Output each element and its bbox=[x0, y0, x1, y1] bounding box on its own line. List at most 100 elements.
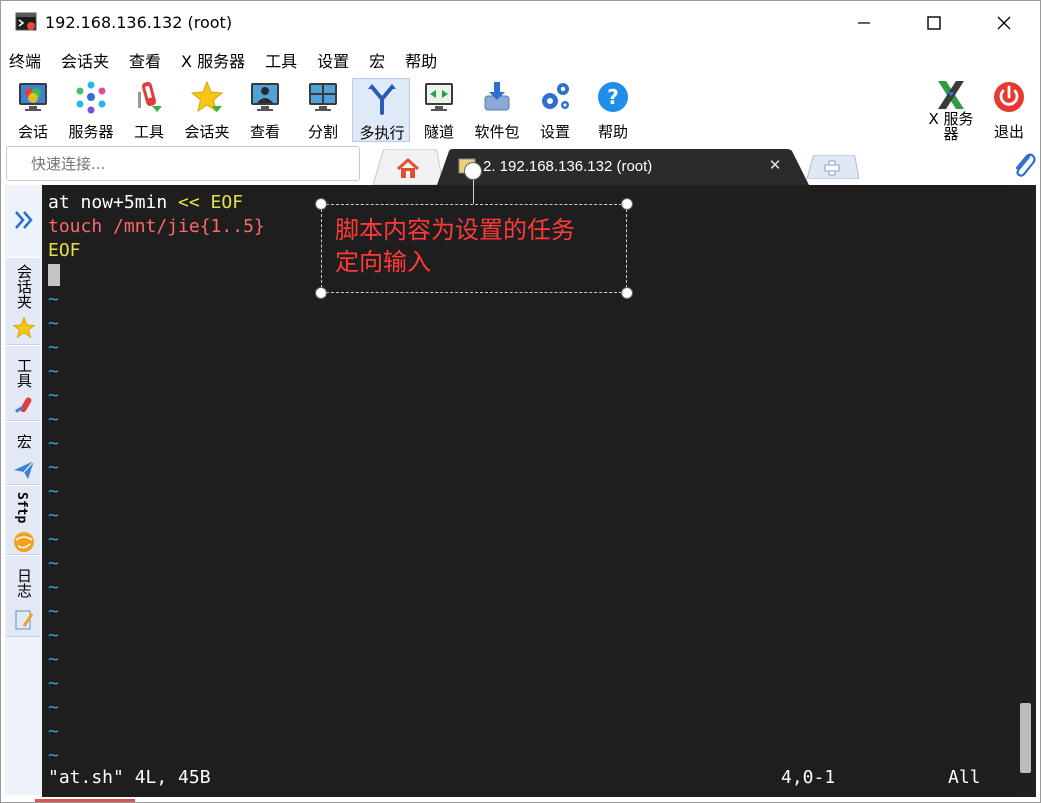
split-icon bbox=[309, 83, 337, 111]
toolbar-split-label: 分割 bbox=[307, 123, 338, 141]
toolbar-xserver-button[interactable]: X 服务 器 bbox=[921, 78, 981, 142]
side-tab-sftp[interactable]: Sftp bbox=[6, 485, 40, 555]
vim-status-position: 4,0-1 bbox=[781, 767, 836, 788]
tools-icon bbox=[138, 82, 162, 112]
svg-text:?: ? bbox=[607, 85, 619, 109]
minimize-button[interactable] bbox=[841, 1, 887, 45]
toolbar-xserver-label: X 服务 器 bbox=[928, 110, 974, 143]
star-icon bbox=[12, 316, 36, 339]
menu-xserver[interactable]: X 服务器 bbox=[181, 48, 245, 72]
annotation-handle-tl[interactable] bbox=[315, 198, 327, 210]
toolbar-session-button[interactable]: 会话 bbox=[4, 78, 62, 142]
multiexec-icon bbox=[368, 84, 396, 115]
menu-tools[interactable]: 工具 bbox=[265, 48, 297, 72]
annotation-line-1: 脚本内容为设置的任务 bbox=[335, 216, 575, 244]
vim-tilde-line: ~ bbox=[48, 625, 59, 646]
vim-tilde-line: ~ bbox=[48, 601, 59, 622]
toolbar-session-label: 会话 bbox=[17, 123, 48, 141]
toolbar-split-button[interactable]: 分割 bbox=[294, 78, 352, 142]
main-toolbar: 会话 服务器 工具 会话夹 查看 分割 多执行 隧道 软件包 设置 ? 帮助 X… bbox=[1, 75, 1040, 145]
menu-macros[interactable]: 宏 bbox=[369, 48, 385, 72]
vim-tilde-line: ~ bbox=[48, 289, 59, 310]
vim-tilde-line: ~ bbox=[48, 385, 59, 406]
terminal-line-1-cmd: at now+5min bbox=[48, 192, 179, 213]
vim-tilde-line: ~ bbox=[48, 721, 59, 742]
menu-bar: 终端 会话夹 查看 X 服务器 工具 设置 宏 帮助 bbox=[1, 45, 1040, 75]
toolbar-servers-button[interactable]: 服务器 bbox=[62, 78, 120, 142]
side-panel: 会话夹 工具 宏 Sftp 日志 bbox=[5, 185, 42, 795]
side-tab-logs[interactable]: 日志 bbox=[6, 555, 40, 637]
menu-view[interactable]: 查看 bbox=[129, 48, 161, 72]
annotation-rotate-handle[interactable] bbox=[464, 162, 482, 180]
vim-tilde-line: ~ bbox=[48, 457, 59, 478]
toolbar-tunnel-button[interactable]: 隧道 bbox=[410, 78, 468, 142]
side-tab-tools[interactable]: 工具 bbox=[6, 345, 40, 421]
vim-tilde-line: ~ bbox=[48, 409, 59, 430]
session-tab-label: 2. 192.168.136.132 (root) bbox=[483, 158, 653, 175]
vim-tilde-line: ~ bbox=[48, 745, 59, 766]
paperclip-icon[interactable] bbox=[1011, 151, 1037, 179]
vim-status-scroll: All bbox=[948, 767, 981, 788]
quick-connect-input[interactable] bbox=[7, 147, 359, 180]
close-button[interactable] bbox=[981, 1, 1027, 45]
vim-tilde-line: ~ bbox=[48, 553, 59, 574]
side-tab-sessions-label: 会话夹 bbox=[15, 264, 33, 309]
terminal-line-1-heredoc: << EOF bbox=[178, 192, 244, 213]
double-chevron-right-icon[interactable] bbox=[11, 207, 37, 233]
settings-icon bbox=[542, 83, 569, 109]
tab-close-icon[interactable]: ✕ bbox=[767, 157, 783, 173]
maximize-button[interactable] bbox=[911, 1, 957, 45]
tab-row: 2. 192.168.136.132 (root) ✕ bbox=[1, 145, 1040, 185]
side-tab-tools-label: 工具 bbox=[15, 358, 33, 388]
terminal-cursor bbox=[48, 264, 60, 286]
toolbar-settings-button[interactable]: 设置 bbox=[526, 78, 584, 142]
notepad-icon bbox=[15, 610, 34, 630]
window-title: 192.168.136.132 (root) bbox=[45, 13, 233, 32]
new-tab-button[interactable] bbox=[807, 155, 859, 179]
toolbar-exit-label: 退出 bbox=[993, 123, 1024, 141]
paper-plane-icon bbox=[14, 460, 35, 479]
menu-settings[interactable]: 设置 bbox=[317, 48, 349, 72]
home-tab[interactable] bbox=[373, 149, 443, 185]
toolbar-tools-label: 工具 bbox=[133, 123, 164, 141]
side-tab-macros[interactable]: 宏 bbox=[6, 421, 40, 485]
toolbar-packages-label: 软件包 bbox=[474, 123, 520, 141]
annotation-handle-bl[interactable] bbox=[315, 287, 327, 299]
annotation-handle-br[interactable] bbox=[621, 287, 633, 299]
menu-terminal[interactable]: 终端 bbox=[9, 48, 41, 72]
annotation-handle-tr[interactable] bbox=[621, 198, 633, 210]
toolbar-view-button[interactable]: 查看 bbox=[236, 78, 294, 142]
vim-tilde-line: ~ bbox=[48, 481, 59, 502]
terminal-line-3: EOF bbox=[48, 240, 81, 261]
globe-icon bbox=[14, 532, 34, 552]
toolbar-packages-button[interactable]: 软件包 bbox=[468, 78, 526, 142]
vim-tilde-line: ~ bbox=[48, 529, 59, 550]
session-icon bbox=[19, 83, 47, 111]
vim-tilde-line: ~ bbox=[48, 505, 59, 526]
toolbar-help-label: 帮助 bbox=[597, 123, 628, 141]
app-icon bbox=[15, 12, 37, 31]
servers-icon bbox=[76, 81, 106, 114]
menu-help[interactable]: 帮助 bbox=[405, 48, 437, 72]
annotation-line-2: 定向输入 bbox=[335, 248, 431, 276]
vim-tilde-line: ~ bbox=[48, 697, 59, 718]
title-bar: 192.168.136.132 (root) bbox=[1, 1, 1040, 45]
toolbar-multiexec-label: 多执行 bbox=[359, 124, 405, 142]
side-tab-sessions[interactable]: 会话夹 bbox=[6, 257, 40, 345]
minimize-icon bbox=[858, 22, 870, 24]
toolbar-multiexec-button[interactable]: 多执行 bbox=[352, 78, 410, 142]
toolbar-exit-button[interactable]: 退出 bbox=[980, 78, 1038, 142]
vim-tilde-line: ~ bbox=[48, 673, 59, 694]
scrollbar-thumb[interactable] bbox=[1020, 703, 1031, 773]
menu-sessions[interactable]: 会话夹 bbox=[61, 48, 109, 72]
annotation-rotate-stem bbox=[473, 179, 474, 204]
vim-tilde-line: ~ bbox=[48, 433, 59, 454]
tunnel-icon bbox=[425, 83, 453, 111]
mobaxterm-window: 192.168.136.132 (root) 终端 会话夹 查看 X 服务器 工… bbox=[0, 0, 1041, 803]
terminal-line-1: at now+5min << EOF bbox=[48, 191, 243, 215]
toolbar-favorites-button[interactable]: 会话夹 bbox=[178, 78, 236, 142]
toolbar-favorites-label: 会话夹 bbox=[184, 123, 230, 141]
toolbar-tools-button[interactable]: 工具 bbox=[120, 78, 178, 142]
toolbar-help-button[interactable]: ? 帮助 bbox=[584, 78, 642, 142]
toolbar-tunnel-label: 隧道 bbox=[423, 123, 454, 141]
